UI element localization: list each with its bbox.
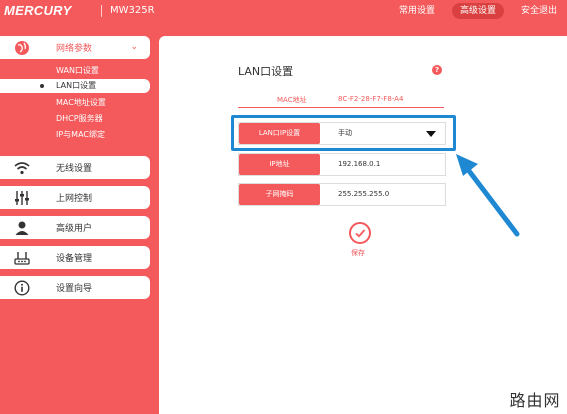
annotation-arrow — [456, 154, 520, 237]
watermark: 路由网 — [503, 388, 567, 414]
